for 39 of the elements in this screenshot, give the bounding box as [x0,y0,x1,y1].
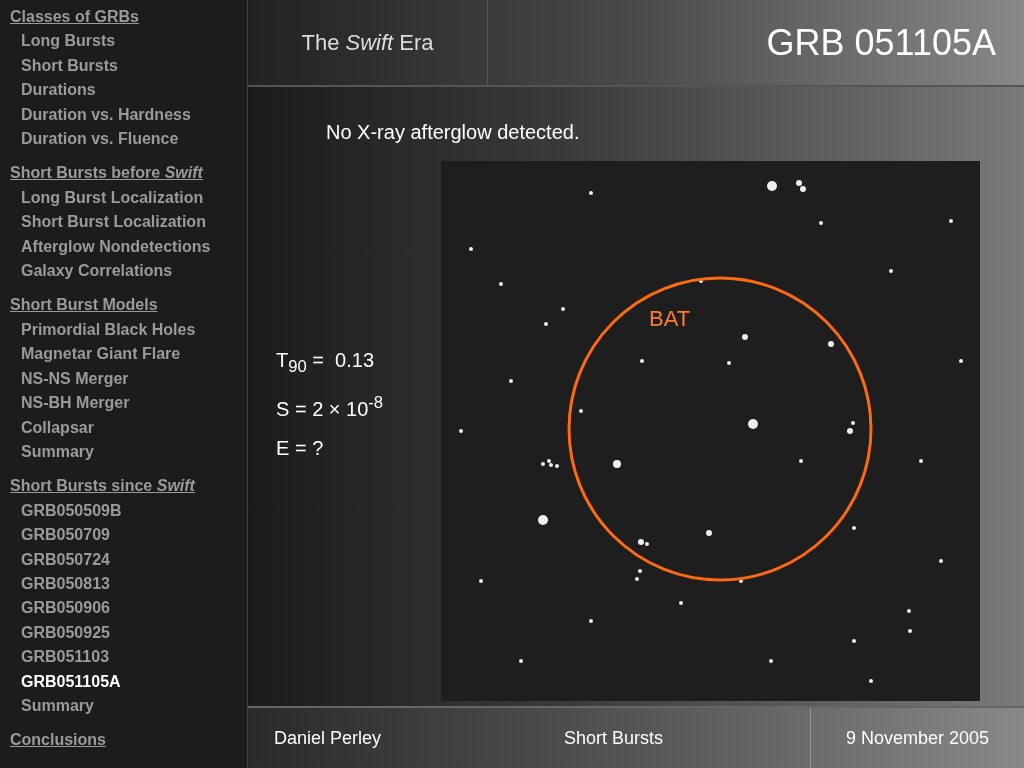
section-link[interactable]: Short Bursts since Swift [10,474,195,499]
slide-title: GRB 051105A [765,20,997,65]
nav-link[interactable]: NS-BH Merger [10,391,130,416]
nav-link[interactable]: Durations [10,78,96,103]
section-link[interactable]: Classes of GRBs [10,5,139,30]
section-link[interactable]: Short Burst Models [10,293,158,318]
stat-line: E = ? [276,436,324,460]
nav-link[interactable]: GRB051105A [10,669,121,694]
nav-link[interactable]: GRB050813 [10,571,110,597]
section-link[interactable]: Conclusions [10,728,106,753]
nav-link[interactable]: Summary [10,693,94,719]
circle-label: BAT [649,306,691,332]
nav-link[interactable]: GRB050709 [10,523,110,548]
caption: No X-ray afterglow detected. [325,120,581,144]
nav-link[interactable]: Collapsar [10,415,94,440]
author-name: Daniel Perley [274,727,382,749]
nav-link[interactable]: Long Burst Localization [10,185,204,211]
date-label: 9 November 2005 [810,708,1024,768]
nav-link[interactable]: Long Bursts [10,29,116,54]
section-title: The Swift Era [301,29,434,56]
section-link[interactable]: Short Bursts before Swift [10,161,203,186]
topic-label: Short Bursts [564,727,664,749]
nav-link[interactable]: Galaxy Correlations [10,259,173,284]
nav-link[interactable]: GRB050509B [10,498,122,524]
nav-link[interactable]: Duration vs. Fluence [10,127,179,152]
nav-link[interactable]: Short Burst Localization [10,210,206,235]
nav-link[interactable]: Afterglow Nondetections [10,234,211,260]
nav-link[interactable]: GRB050906 [10,596,110,621]
nav-link[interactable]: Short Bursts [10,53,118,79]
stat-line: T$_{90}$ = 0.13 [276,349,375,377]
nav-link[interactable]: GRB050925 [10,620,110,646]
nav-link[interactable]: GRB050724 [10,547,110,572]
nav-link[interactable]: GRB051103 [10,645,110,670]
nav-link[interactable]: Primordial Black Holes [10,317,196,343]
nav-link[interactable]: Duration vs. Hardness [10,102,191,128]
nav-link[interactable]: NS-NS Merger [10,366,129,392]
nav-link[interactable]: Magnetar Giant Flare [10,342,181,367]
stat-line: S = 2 × 10$^{-8}$ [276,393,384,421]
nav-link[interactable]: Summary [10,439,94,465]
